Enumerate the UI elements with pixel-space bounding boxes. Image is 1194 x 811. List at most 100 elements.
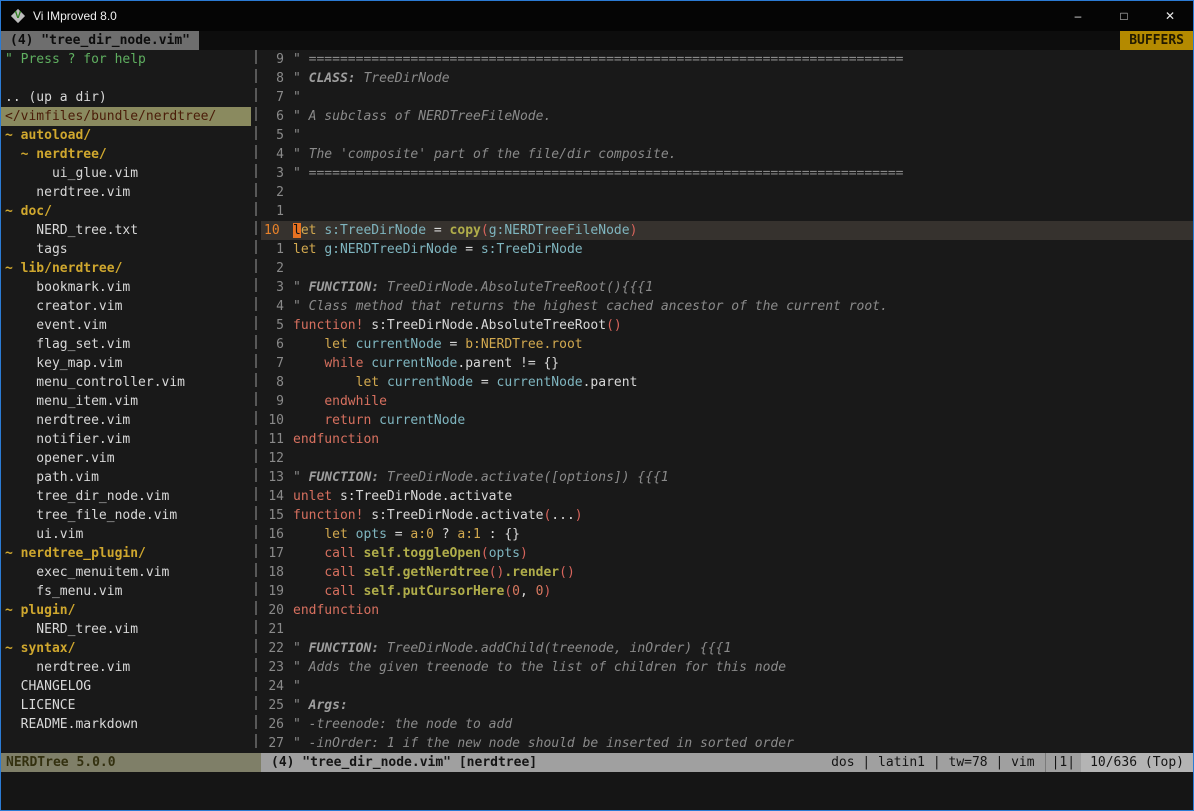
line-number: 7 [261,354,293,373]
code-line[interactable]: 19 call self.putCursorHere(0, 0) [261,582,1193,601]
tree-item[interactable]: ~ nerdtree/ [1,145,251,164]
tree-item[interactable]: bookmark.vim [1,278,251,297]
code-line[interactable]: 1let g:NERDTreeDirNode = s:TreeDirNode [261,240,1193,259]
code-line[interactable]: 5" [261,126,1193,145]
line-number: 2 [261,183,293,202]
code-line[interactable]: 27" -inOrder: 1 if the new node should b… [261,734,1193,753]
code-line[interactable]: 11endfunction [261,430,1193,449]
close-button[interactable]: ✕ [1147,1,1193,31]
tree-item[interactable]: " Press ? for help [1,50,251,69]
minimize-button[interactable]: – [1055,1,1101,31]
line-number: 1 [261,240,293,259]
code-line[interactable]: 6 let currentNode = b:NERDTree.root [261,335,1193,354]
code-line-current[interactable]: 10let s:TreeDirNode = copy(g:NERDTreeFil… [261,221,1193,240]
code-text: " FUNCTION: TreeDirNode.AbsoluteTreeRoot… [293,278,1193,297]
tree-item[interactable]: ui_glue.vim [1,164,251,183]
code-line[interactable]: 14unlet s:TreeDirNode.activate [261,487,1193,506]
tree-root-path[interactable]: </vimfiles/bundle/nerdtree/ [1,107,251,126]
code-line[interactable]: 17 call self.toggleOpen(opts) [261,544,1193,563]
code-line[interactable]: 13" FUNCTION: TreeDirNode.activate([opti… [261,468,1193,487]
tree-item[interactable]: menu_item.vim [1,392,251,411]
code-line[interactable]: 3" FUNCTION: TreeDirNode.AbsoluteTreeRoo… [261,278,1193,297]
code-line[interactable]: 8 let currentNode = currentNode.parent [261,373,1193,392]
command-line[interactable] [1,772,1193,810]
nerdtree-panel[interactable]: " Press ? for help .. (up a dir)</vimfil… [1,50,251,753]
tree-item[interactable]: LICENCE [1,696,251,715]
code-text: unlet s:TreeDirNode.activate [293,487,1193,506]
tree-item[interactable]: creator.vim [1,297,251,316]
tree-item[interactable]: nerdtree.vim [1,658,251,677]
code-text: return currentNode [293,411,1193,430]
editor-buffer[interactable]: 9" =====================================… [261,50,1193,753]
tree-item[interactable]: fs_menu.vim [1,582,251,601]
line-number: 25 [261,696,293,715]
tree-item[interactable]: ~ lib/nerdtree/ [1,259,251,278]
tree-item[interactable]: exec_menuitem.vim [1,563,251,582]
line-number: 2 [261,259,293,278]
tree-item[interactable]: nerdtree.vim [1,183,251,202]
code-line[interactable]: 2 [261,183,1193,202]
code-line[interactable]: 12 [261,449,1193,468]
code-text [293,183,1193,202]
tree-item[interactable]: nerdtree.vim [1,411,251,430]
line-number: 4 [261,297,293,316]
tree-item[interactable]: key_map.vim [1,354,251,373]
code-text: " FUNCTION: TreeDirNode.activate([option… [293,468,1193,487]
code-text: " A subclass of NERDTreeFileNode. [293,107,1193,126]
code-text: " [293,126,1193,145]
code-text: let g:NERDTreeDirNode = s:TreeDirNode [293,240,1193,259]
code-line[interactable]: 16 let opts = a:0 ? a:1 : {} [261,525,1193,544]
code-line[interactable]: 24" [261,677,1193,696]
tree-item[interactable]: menu_controller.vim [1,373,251,392]
tree-item[interactable]: tags [1,240,251,259]
code-line[interactable]: 25" Args: [261,696,1193,715]
code-line[interactable]: 4" The 'composite' part of the file/dir … [261,145,1193,164]
tree-item[interactable]: NERD_tree.txt [1,221,251,240]
tree-item[interactable]: notifier.vim [1,430,251,449]
tree-item[interactable]: flag_set.vim [1,335,251,354]
tab-active-buffer[interactable]: (4) "tree_dir_node.vim" [1,31,199,50]
code-line[interactable]: 3" =====================================… [261,164,1193,183]
code-text: let opts = a:0 ? a:1 : {} [293,525,1193,544]
tree-item[interactable]: ~ syntax/ [1,639,251,658]
code-line[interactable]: 4" Class method that returns the highest… [261,297,1193,316]
tree-item[interactable]: event.vim [1,316,251,335]
tree-item[interactable]: README.markdown [1,715,251,734]
tree-item[interactable]: NERD_tree.vim [1,620,251,639]
code-line[interactable]: 9" =====================================… [261,50,1193,69]
tree-item[interactable]: tree_dir_node.vim [1,487,251,506]
code-line[interactable]: 21 [261,620,1193,639]
code-line[interactable]: 8" CLASS: TreeDirNode [261,69,1193,88]
code-line[interactable]: 5function! s:TreeDirNode.AbsoluteTreeRoo… [261,316,1193,335]
code-text: " Class method that returns the highest … [293,297,1193,316]
tree-item[interactable]: tree_file_node.vim [1,506,251,525]
vertical-split-separator[interactable] [251,50,261,753]
tree-item[interactable]: ~ doc/ [1,202,251,221]
code-line[interactable]: 7" [261,88,1193,107]
code-line[interactable]: 15function! s:TreeDirNode.activate(...) [261,506,1193,525]
code-line[interactable]: 18 call self.getNerdtree().render() [261,563,1193,582]
maximize-button[interactable]: □ [1101,1,1147,31]
tree-item[interactable]: CHANGELOG [1,677,251,696]
code-line[interactable]: 10 return currentNode [261,411,1193,430]
tree-item[interactable]: .. (up a dir) [1,88,251,107]
code-line[interactable]: 23" Adds the given treenode to the list … [261,658,1193,677]
tree-item[interactable]: path.vim [1,468,251,487]
tree-item[interactable]: opener.vim [1,449,251,468]
code-line[interactable]: 20endfunction [261,601,1193,620]
statusline-fill [547,753,831,772]
code-line[interactable]: 6" A subclass of NERDTreeFileNode. [261,107,1193,126]
code-text [293,449,1193,468]
code-line[interactable]: 26" -treenode: the node to add [261,715,1193,734]
code-line[interactable]: 7 while currentNode.parent != {} [261,354,1193,373]
code-line[interactable]: 22" FUNCTION: TreeDirNode.addChild(treen… [261,639,1193,658]
code-text: " CLASS: TreeDirNode [293,69,1193,88]
tree-item[interactable]: ~ plugin/ [1,601,251,620]
code-line[interactable]: 2 [261,259,1193,278]
code-line[interactable]: 9 endwhile [261,392,1193,411]
tree-item[interactable]: ~ autoload/ [1,126,251,145]
code-line[interactable]: 1 [261,202,1193,221]
tree-item[interactable]: ui.vim [1,525,251,544]
window-title: Vi IMproved 8.0 [33,9,117,23]
tree-item[interactable]: ~ nerdtree_plugin/ [1,544,251,563]
